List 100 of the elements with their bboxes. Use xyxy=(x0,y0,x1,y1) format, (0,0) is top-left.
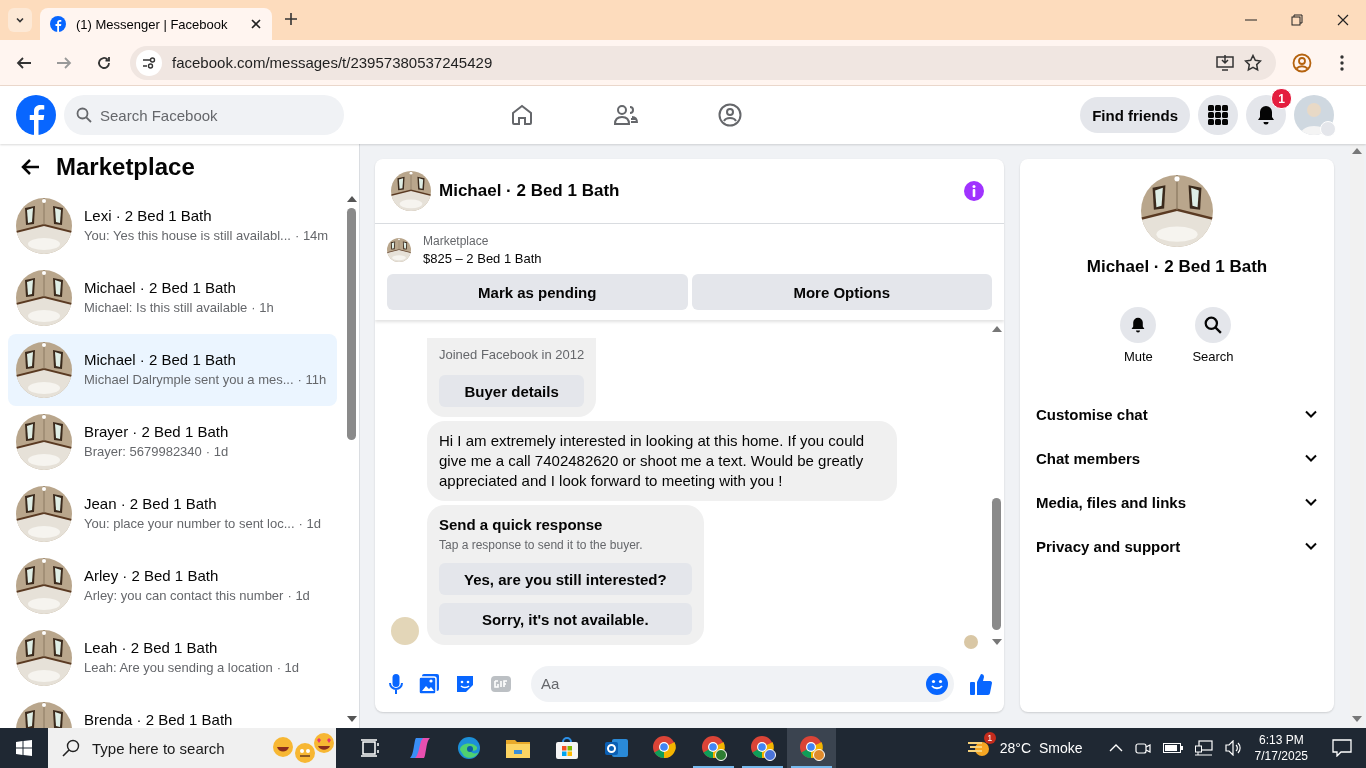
groups-icon[interactable] xyxy=(718,103,742,127)
message-preview: Leah: Are you sending a location xyxy=(84,660,273,675)
windows-logo-icon[interactable] xyxy=(16,740,32,756)
scroll-down-arrow-icon[interactable] xyxy=(992,639,1002,645)
settings-section[interactable]: Media, files and links xyxy=(1020,480,1334,524)
edge-browser-icon[interactable] xyxy=(456,736,481,760)
scroll-up-arrow-icon[interactable] xyxy=(1352,148,1362,154)
action-button[interactable]: More Options xyxy=(691,274,992,310)
store-icon[interactable] xyxy=(554,736,579,760)
weather-condition: Smoke xyxy=(1039,740,1083,756)
tab-list-button[interactable] xyxy=(8,8,32,32)
copilot-icon[interactable] xyxy=(407,736,432,760)
conversation-item[interactable]: Jean · 2 Bed 1 Bath You: place your number to sent loc... · 1d xyxy=(8,478,337,550)
listing-label: Marketplace xyxy=(423,234,490,248)
emoji-icon[interactable] xyxy=(926,672,948,695)
plus-icon xyxy=(284,11,298,26)
conversation-item[interactable]: Michael · 2 Bed 1 Bath Michael Dalrymple sent you a mes... · 11h xyxy=(8,334,337,406)
settings-section[interactable]: Customise chat xyxy=(1020,392,1334,436)
message-preview: Michael Dalrymple sent you a mes... xyxy=(84,372,294,387)
scroll-down-arrow-icon[interactable] xyxy=(347,716,357,722)
conversation-name: Lexi · 2 Bed 1 Bath xyxy=(84,208,213,224)
caret-icon xyxy=(16,17,24,23)
scroll-up-arrow-icon[interactable] xyxy=(992,326,1002,332)
task-view-icon[interactable] xyxy=(360,739,381,757)
menu-icon[interactable] xyxy=(1340,54,1344,71)
grid-menu-icon xyxy=(1208,105,1228,125)
volume-icon[interactable] xyxy=(1224,740,1243,756)
clock[interactable]: 6:13 PM 7/17/2025 xyxy=(1254,732,1308,764)
contact-name: Michael · 2 Bed 1 Bath xyxy=(1086,257,1268,277)
message-preview: Michael: Is this still available xyxy=(84,300,248,315)
message-preview: You: place your number to sent loc... xyxy=(84,516,295,531)
chrome-browser-icon[interactable] xyxy=(798,735,825,761)
action-button[interactable]: Mark as pending xyxy=(387,274,688,310)
address-bar[interactable]: facebook.com/messages/t/23957380537245429 xyxy=(130,45,1276,80)
sticker-icon[interactable] xyxy=(455,673,475,694)
thumbs-up-icon[interactable] xyxy=(970,672,992,695)
taskbar-search-field[interactable]: Type here to search xyxy=(48,728,336,768)
conversation-name: Arley · 2 Bed 1 Bath xyxy=(84,568,220,584)
conversation-item[interactable]: Brayer · 2 Bed 1 Bath Brayer: 5679982340 · 1d xyxy=(8,406,337,478)
site-settings-icon[interactable] xyxy=(142,55,156,70)
menu-button[interactable] xyxy=(1198,95,1238,135)
scroll-down-arrow-icon[interactable] xyxy=(1352,716,1362,722)
chat-title: Michael · 2 Bed 1 Bath xyxy=(439,181,621,201)
quick-reply-button[interactable]: Sorry, it's not available. xyxy=(439,603,692,635)
back-arrow-icon[interactable] xyxy=(16,54,32,71)
message-preview: Brayer: 5679982340 xyxy=(84,444,202,459)
install-app-icon[interactable] xyxy=(1216,53,1234,72)
chrome-browser-icon[interactable] xyxy=(651,735,678,761)
image-icon[interactable] xyxy=(419,673,439,694)
settings-section[interactable]: Privacy and support xyxy=(1020,524,1334,568)
mail-app-icon[interactable] xyxy=(603,736,628,760)
profile-icon[interactable] xyxy=(1292,52,1312,73)
message-bubble: Hi I am extremely interested in looking at this home. If you could give me a call 7402482620 or shoot me a text. Would be greatly appreciated and I look forward to meeting with you ! xyxy=(427,421,897,501)
bookmark-star-icon[interactable] xyxy=(1244,53,1262,72)
close-icon[interactable] xyxy=(1337,14,1349,26)
forward-arrow-icon[interactable] xyxy=(56,54,72,71)
conversation-item[interactable]: Leah · 2 Bed 1 Bath Leah: Are you sending a location · 1d xyxy=(8,622,337,694)
restore-icon[interactable] xyxy=(1291,14,1303,26)
notification-center-icon[interactable] xyxy=(1332,739,1352,757)
search-field[interactable]: Search Facebook xyxy=(64,95,344,135)
reload-icon[interactable] xyxy=(96,54,112,71)
conversation-name: Jean · 2 Bed 1 Bath xyxy=(84,496,218,512)
conversation-item[interactable]: Lexi · 2 Bed 1 Bath You: Yes this house is still availabl... · 14m xyxy=(8,190,337,262)
close-icon[interactable] xyxy=(250,18,262,30)
home-icon[interactable] xyxy=(510,103,534,127)
friends-icon[interactable] xyxy=(614,103,638,127)
conversation-item[interactable]: Arley · 2 Bed 1 Bath Arley: you can contact this number · 1d xyxy=(8,550,337,622)
quick-response-hint: Tap a response to send it to the buyer. xyxy=(439,537,644,554)
chevron-up-icon[interactable] xyxy=(1108,744,1123,752)
conversation-name: Brayer · 2 Bed 1 Bath xyxy=(84,424,229,440)
weather-badge: 1 xyxy=(983,731,996,744)
browser-tab[interactable]: (1) Messenger | Facebook xyxy=(40,8,272,40)
conversation-item[interactable]: Michael · 2 Bed 1 Bath Michael: Is this still available · 1h xyxy=(8,262,337,334)
buyer-details-button[interactable]: Buyer details xyxy=(439,375,585,407)
notification-badge: 1 xyxy=(1271,88,1292,109)
battery-icon[interactable] xyxy=(1162,743,1183,753)
network-icon[interactable] xyxy=(1194,740,1213,756)
microphone-icon[interactable] xyxy=(389,673,403,694)
message-time: · 1h xyxy=(251,300,274,315)
notifications-button[interactable] xyxy=(1246,95,1286,135)
quick-reply-button[interactable]: Yes, are you still interested? xyxy=(439,563,692,595)
facebook-logo-icon xyxy=(50,16,66,32)
bell-icon xyxy=(1256,105,1276,125)
chrome-browser-icon[interactable] xyxy=(700,735,727,761)
search-icon xyxy=(1204,316,1222,334)
scroll-up-arrow-icon[interactable] xyxy=(347,196,357,202)
back-arrow-icon[interactable] xyxy=(20,158,40,176)
chrome-browser-icon[interactable] xyxy=(749,735,776,761)
conversation-name: Michael · 2 Bed 1 Bath xyxy=(84,280,237,296)
message-time: · 1d xyxy=(276,660,300,675)
info-icon[interactable] xyxy=(964,181,984,201)
facebook-logo-icon[interactable] xyxy=(16,95,56,135)
bell-icon xyxy=(1130,317,1147,333)
message-preview: You: Yes this house is still availabl... xyxy=(84,228,291,243)
camera-icon[interactable] xyxy=(1134,741,1151,755)
folder-icon[interactable] xyxy=(505,738,530,758)
message-input[interactable]: Aa xyxy=(531,665,954,702)
find-friends-button[interactable]: Find friends xyxy=(1080,97,1190,133)
emoji-faces-icon xyxy=(272,732,336,764)
settings-section[interactable]: Chat members xyxy=(1020,436,1334,480)
